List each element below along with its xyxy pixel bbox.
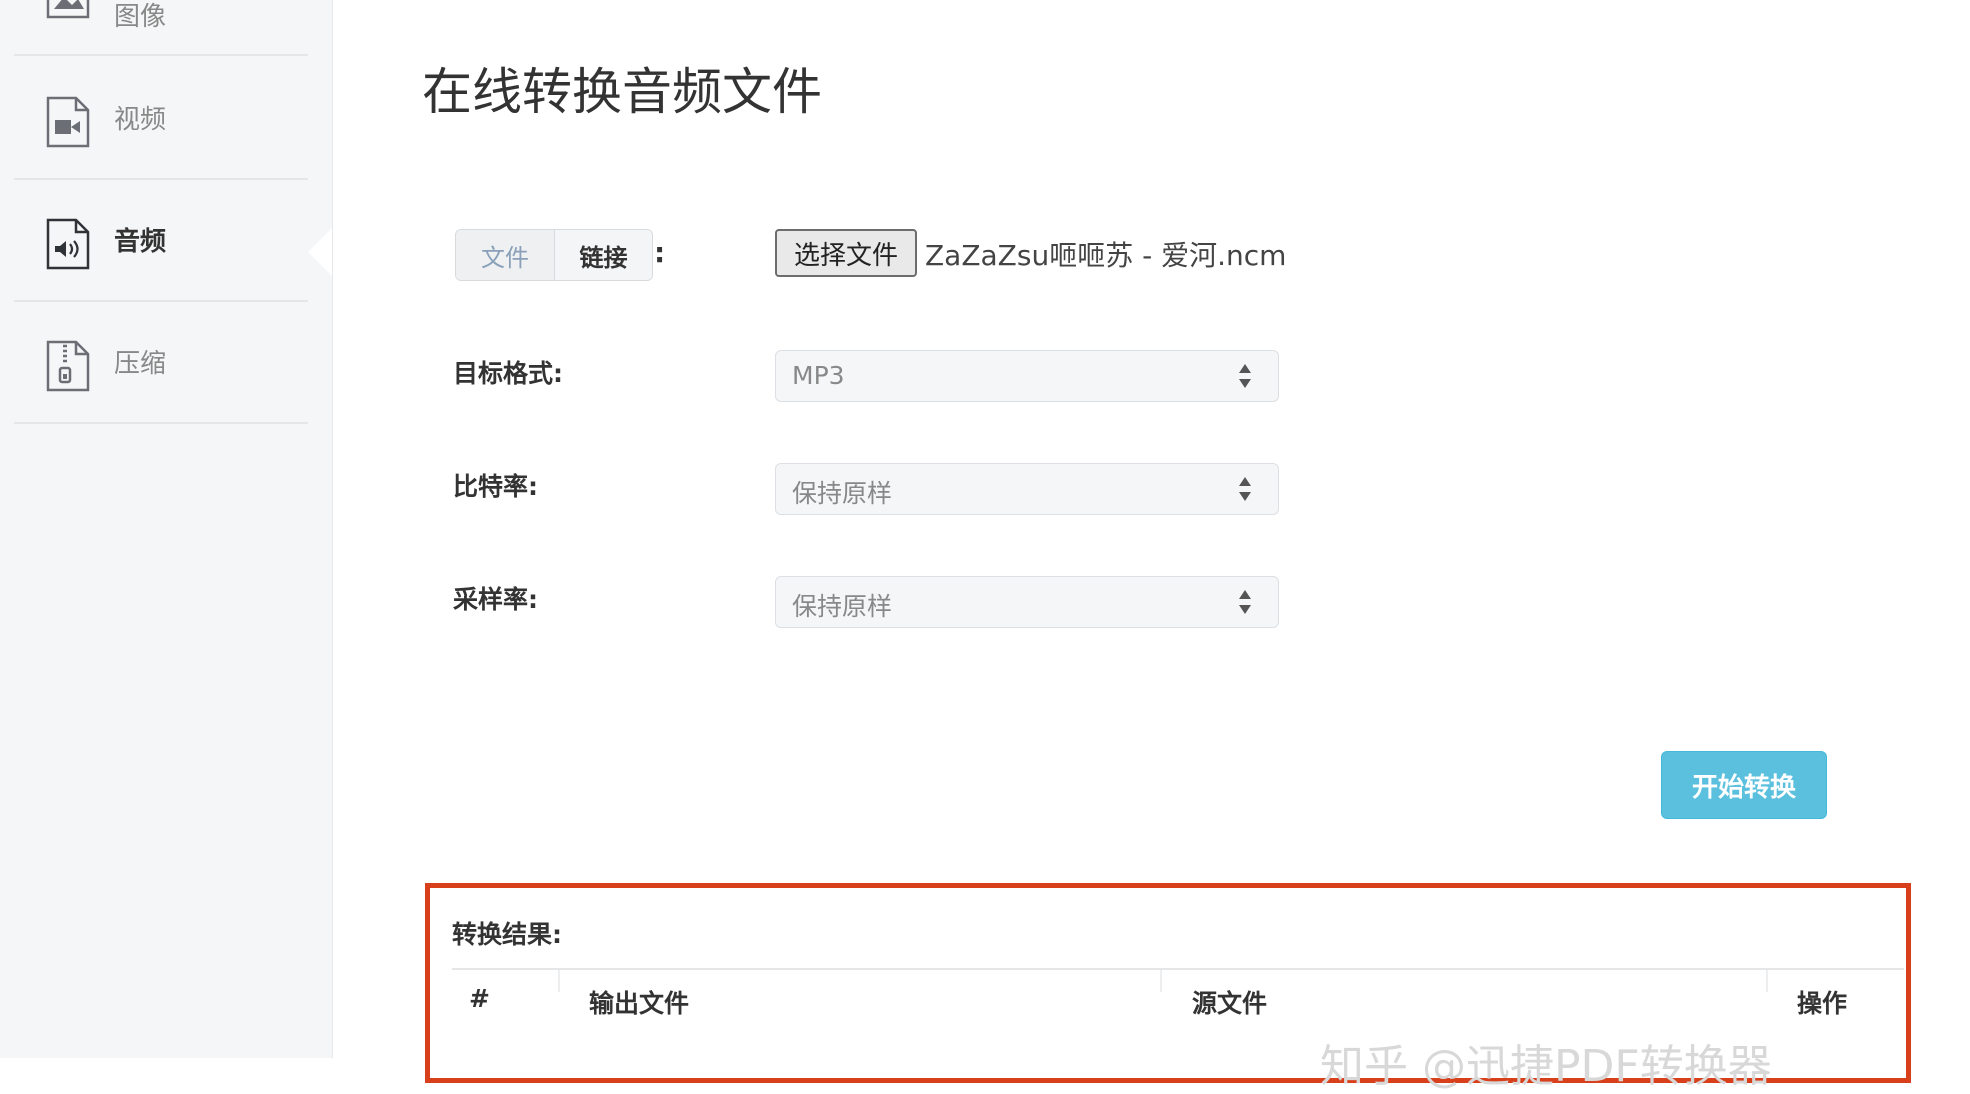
column-divider <box>1160 970 1162 992</box>
table-header-index: # <box>469 984 490 1013</box>
active-indicator <box>308 228 332 276</box>
selected-file-name: ZaZaZsu咂咂苏 - 爱河.ncm <box>925 239 1287 272</box>
sidebar-item-video[interactable]: 视频 <box>14 56 308 180</box>
target-format-select[interactable]: MP3 <box>775 350 1279 402</box>
select-value: MP3 <box>792 361 845 390</box>
source-colon: : <box>654 236 666 269</box>
tab-file[interactable]: 文件 <box>456 230 554 280</box>
sidebar: 图像 视频 音频 压缩 <box>0 0 333 1058</box>
audio-file-icon <box>46 218 90 270</box>
select-arrows-icon <box>1239 364 1251 388</box>
sidebar-item-label: 压缩 <box>114 348 167 379</box>
select-arrows-icon <box>1239 477 1251 501</box>
sample-rate-label: 采样率: <box>453 585 538 614</box>
start-convert-button[interactable]: 开始转换 <box>1661 751 1827 819</box>
zip-file-icon <box>46 340 90 392</box>
sidebar-item-label: 音频 <box>114 226 167 257</box>
video-file-icon <box>46 96 90 148</box>
page-title: 在线转换音频文件 <box>422 63 822 121</box>
sidebar-item-label: 视频 <box>114 104 167 135</box>
select-value: 保持原样 <box>792 479 893 508</box>
select-value: 保持原样 <box>792 592 893 621</box>
bitrate-select[interactable]: 保持原样 <box>775 463 1279 515</box>
sidebar-item-image[interactable]: 图像 <box>14 0 308 56</box>
table-header-action: 操作 <box>1797 989 1848 1018</box>
results-title: 转换结果: <box>452 920 562 949</box>
table-header-source: 源文件 <box>1192 989 1268 1018</box>
sample-rate-select[interactable]: 保持原样 <box>775 576 1279 628</box>
column-divider <box>558 970 560 992</box>
source-tabs: 文件 链接 <box>455 229 653 281</box>
sidebar-item-compress[interactable]: 压缩 <box>14 300 308 424</box>
table-header-output: 输出文件 <box>589 989 690 1018</box>
sidebar-item-label: 图像 <box>114 2 167 32</box>
tab-link[interactable]: 链接 <box>554 230 652 280</box>
sidebar-item-audio[interactable]: 音频 <box>14 178 308 302</box>
choose-file-button[interactable]: 选择文件 <box>775 229 917 277</box>
table-divider <box>452 968 1904 970</box>
bitrate-label: 比特率: <box>453 472 538 501</box>
column-divider <box>1766 970 1768 992</box>
watermark: 知乎 @迅捷PDF转换器 <box>1320 1041 1772 1092</box>
target-format-label: 目标格式: <box>453 359 563 388</box>
select-arrows-icon <box>1239 590 1251 614</box>
image-file-icon <box>46 0 90 19</box>
